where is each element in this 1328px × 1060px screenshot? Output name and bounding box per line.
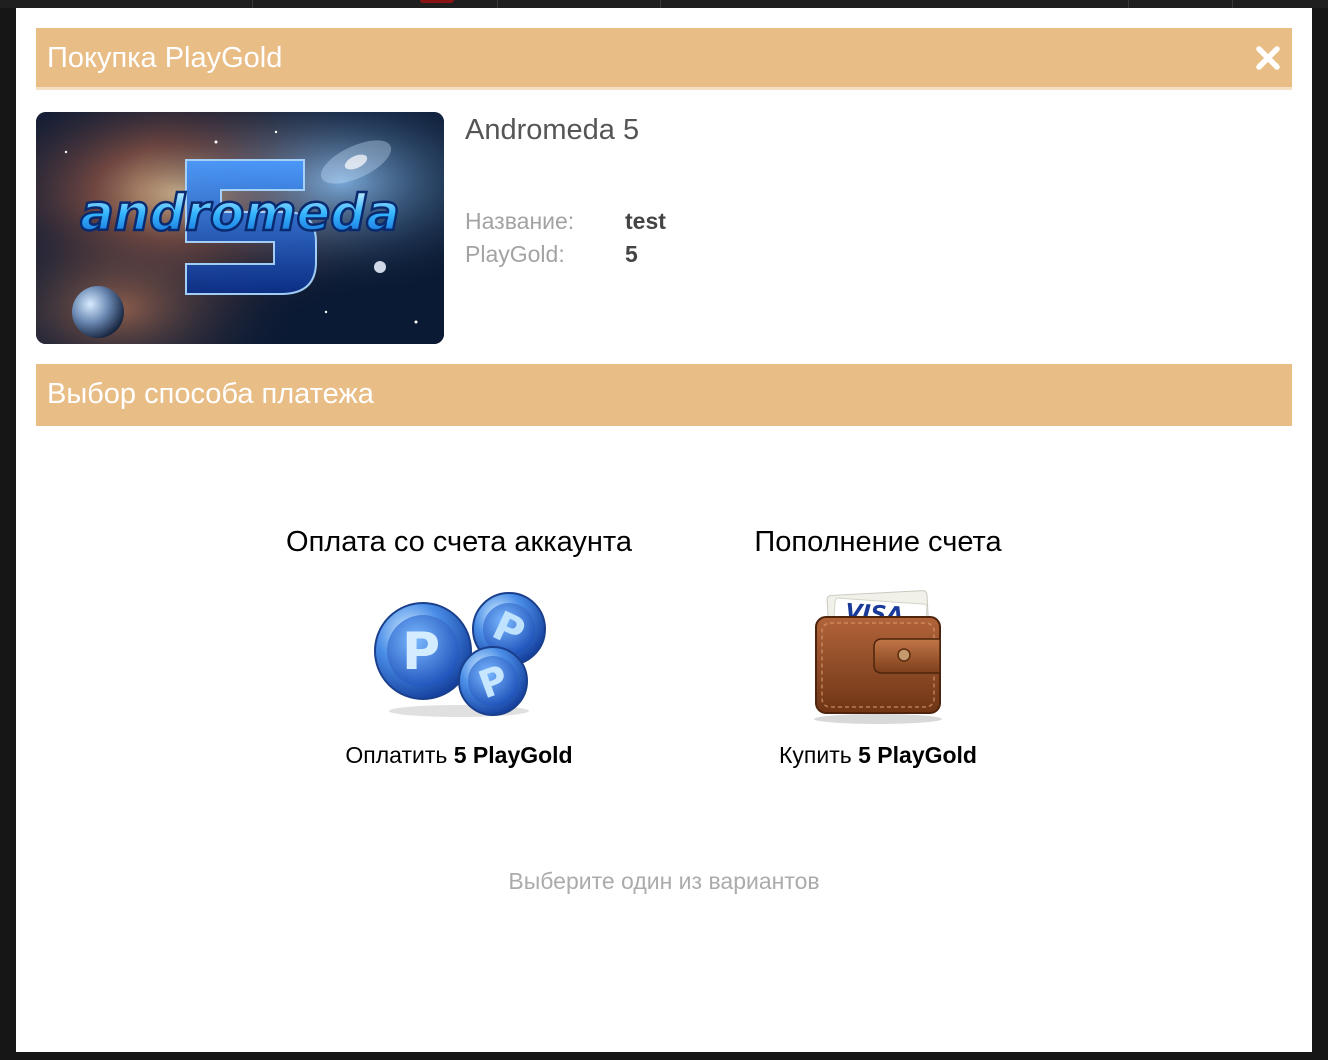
playgold-coins-icon[interactable]: P P P [369,589,549,719]
info-value: test [625,208,666,234]
page-top-bar [0,0,1328,8]
game-thumbnail: andromeda [36,112,444,344]
option-title: Пополнение счета [754,526,1002,558]
top-bar-divider [660,0,661,8]
info-label: Название: [465,208,575,234]
pay-action-prefix: Оплатить [345,742,448,768]
buy-action-label[interactable]: Купить 5 PlayGold [668,742,1088,769]
info-label: PlayGold: [465,241,565,267]
game-logo-text: andromeda [80,184,400,242]
pay-from-account-option[interactable]: Оплата со счета аккаунта P P P Оплатить … [249,526,669,769]
payment-section-title: Выбор способа платежа [47,378,374,410]
top-bar-divider [1128,0,1129,8]
top-bar-divider [1232,0,1233,8]
wallet-icon[interactable]: VISA [808,589,948,725]
pay-action-label[interactable]: Оплатить 5 PlayGold [249,742,669,769]
buy-action-prefix: Купить [779,742,852,768]
top-bar-divider [252,0,253,8]
top-bar-indicator [420,0,454,3]
option-title: Оплата со счета аккаунта [286,526,632,558]
dialog-header: Покупка PlayGold [36,28,1292,90]
payment-section-header: Выбор способа платежа [36,364,1292,426]
svg-text:P: P [402,622,440,682]
pay-action-amount: 5 PlayGold [453,742,573,768]
choose-option-hint: Выберите один из вариантов [508,868,820,894]
game-title: Andromeda 5 [465,114,640,146]
purchase-dialog: Покупка PlayGold andromeda Andromeda 5 Н… [16,8,1312,1052]
top-up-account-option[interactable]: Пополнение счета VISA Купить 5 PlayGold [668,526,1088,769]
top-bar-divider [497,0,498,8]
dialog-title: Покупка PlayGold [47,42,283,74]
info-value: 5 [625,241,638,267]
close-icon[interactable] [1254,44,1282,72]
buy-action-amount: 5 PlayGold [858,742,977,768]
